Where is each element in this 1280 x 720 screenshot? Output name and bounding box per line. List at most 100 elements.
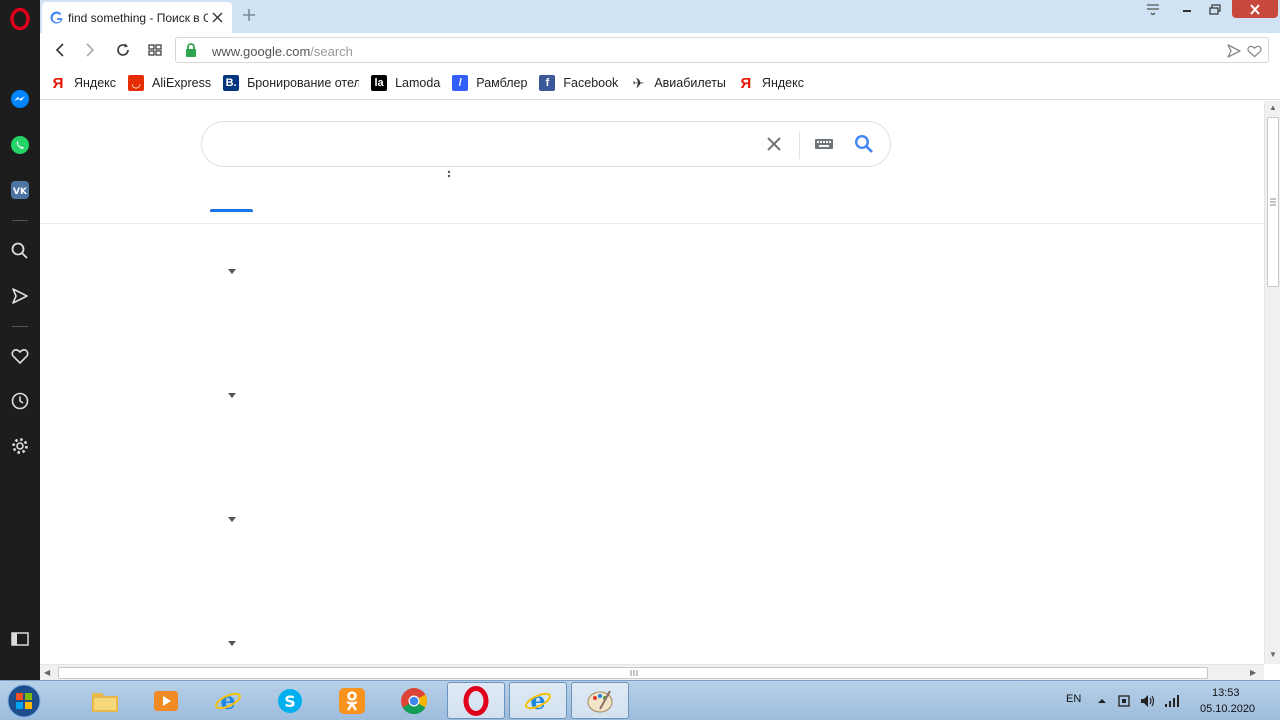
chevron-down-icon[interactable]	[228, 269, 236, 274]
clock-date[interactable]: 05.10.2020	[1200, 703, 1255, 715]
heart-icon[interactable]	[8, 344, 32, 368]
bookmark-item[interactable]: Я Яндекс	[738, 74, 804, 92]
speed-dial-grid-icon[interactable]	[144, 39, 166, 61]
chevron-down-icon[interactable]	[228, 517, 236, 522]
more-options-icon[interactable]	[447, 169, 451, 183]
url-text[interactable]: www.google.com/search	[212, 44, 353, 59]
secure-lock-icon[interactable]	[185, 43, 197, 60]
svg-text:e: e	[530, 687, 545, 715]
bookmark-label: Facebook	[563, 76, 619, 90]
show-hidden-icons-icon[interactable]	[1094, 693, 1110, 709]
bookmark-label: Яндекс	[74, 76, 117, 90]
google-search-box[interactable]	[201, 121, 891, 167]
skype-icon[interactable]: S	[261, 682, 319, 719]
whatsapp-icon[interactable]	[8, 133, 32, 157]
lamoda-icon: la	[371, 75, 388, 91]
minimize-icon[interactable]	[1174, 0, 1200, 18]
restore-icon[interactable]	[1202, 0, 1228, 18]
google-favicon-icon	[50, 11, 64, 25]
svg-text:VK: VK	[13, 187, 28, 197]
explorer-folder-icon[interactable]	[76, 682, 134, 719]
bookmark-item[interactable]: f Facebook	[539, 75, 618, 91]
address-bar[interactable]: www.google.com/search	[175, 37, 1269, 63]
address-toolbar: www.google.com/search	[40, 33, 1280, 67]
tab-close-icon[interactable]	[212, 10, 223, 26]
bookmark-item[interactable]: / Рамблер	[452, 75, 527, 91]
tab-title: find something - Поиск в Google	[68, 10, 208, 25]
svg-text:e: e	[220, 687, 235, 715]
bookmark-item[interactable]: ◡ AliExpress	[128, 75, 211, 91]
send-to-flow-icon[interactable]	[1225, 42, 1243, 60]
search-box-divider	[799, 131, 800, 159]
media-player-icon[interactable]	[137, 682, 195, 719]
forward-icon[interactable]	[79, 39, 101, 61]
tab-menu-icon[interactable]	[1142, 0, 1164, 18]
bookmark-label: Авиабилеты	[654, 76, 726, 90]
bookmark-label: Рамблер	[476, 76, 528, 90]
chevron-down-icon[interactable]	[228, 641, 236, 646]
scroll-right-icon[interactable]: ▶	[1250, 668, 1256, 677]
opera-menu-icon[interactable]	[8, 7, 32, 31]
active-tab-indicator	[210, 209, 253, 212]
horizontal-scrollbar[interactable]: ◀ ▶	[40, 664, 1264, 680]
scroll-left-icon[interactable]: ◀	[44, 668, 50, 677]
sidebar-toggle-icon[interactable]	[8, 627, 32, 651]
yandex-icon: Я	[52, 74, 64, 92]
flow-send-icon[interactable]	[8, 284, 32, 308]
bookmark-item[interactable]: Я Яндекс	[50, 74, 117, 92]
chrome-icon[interactable]	[385, 682, 443, 719]
action-center-flag-icon[interactable]	[1116, 693, 1132, 709]
reload-icon[interactable]	[112, 39, 134, 61]
odnoklassniki-icon[interactable]	[323, 682, 381, 719]
network-signal-icon[interactable]	[1164, 693, 1180, 709]
input-language[interactable]: EN	[1066, 693, 1081, 705]
paint-icon[interactable]	[571, 682, 629, 719]
internet-explorer-icon[interactable]: e	[199, 682, 257, 719]
rambler-icon: /	[452, 75, 469, 91]
bookmark-item[interactable]: B. Бронирование отелей	[223, 75, 359, 91]
facebook-icon: f	[539, 75, 556, 91]
bookmark-item[interactable]: la Lamoda	[371, 75, 440, 91]
url-host: www.google.com	[212, 44, 311, 59]
settings-gear-icon[interactable]	[8, 434, 32, 458]
opera-taskbar-icon[interactable]	[447, 682, 505, 719]
tab-google-search[interactable]: find something - Поиск в Google	[42, 2, 232, 33]
page-content	[40, 101, 1264, 664]
opera-sidebar: VK	[0, 0, 40, 682]
clear-search-icon[interactable]	[765, 135, 783, 156]
scroll-down-icon[interactable]: ▼	[1269, 650, 1277, 659]
search-icon[interactable]	[8, 239, 32, 263]
close-window-icon[interactable]	[1232, 0, 1278, 18]
search-submit-icon[interactable]	[854, 134, 874, 157]
keyboard-icon[interactable]	[814, 137, 834, 154]
clock-time[interactable]: 13:53	[1212, 687, 1240, 699]
svg-text:S: S	[284, 692, 296, 711]
sidebar-divider	[12, 220, 28, 221]
new-tab-plus-icon[interactable]	[240, 7, 258, 25]
booking-icon: B.	[223, 75, 240, 91]
bookmark-label: AliExpress	[152, 76, 212, 90]
back-icon[interactable]	[49, 39, 71, 61]
chevron-down-icon[interactable]	[228, 393, 236, 398]
history-clock-icon[interactable]	[8, 389, 32, 413]
messenger-icon[interactable]	[8, 87, 32, 111]
vertical-scrollbar[interactable]: ▲ ▼	[1264, 101, 1280, 664]
sidebar-divider	[12, 326, 28, 327]
windows-start-button[interactable]	[2, 682, 46, 720]
url-path: /search	[310, 44, 353, 59]
yandex-icon: Я	[740, 74, 752, 92]
windows-taskbar: e S e EN 13:53 05.10.2020	[0, 680, 1280, 720]
bookmark-label: Яндекс	[761, 76, 804, 90]
aliexpress-icon: ◡	[128, 75, 145, 91]
bookmark-heart-icon[interactable]	[1245, 42, 1263, 60]
bookmark-label: Бронирование отелей	[247, 76, 360, 90]
bookmark-item[interactable]: ✈ Авиабилеты	[630, 74, 726, 91]
scroll-up-icon[interactable]: ▲	[1269, 103, 1277, 112]
results-divider	[40, 223, 1264, 224]
internet-explorer-icon[interactable]: e	[509, 682, 567, 719]
volume-icon[interactable]	[1140, 693, 1156, 709]
vertical-scroll-thumb[interactable]	[1267, 117, 1279, 287]
plane-icon: ✈	[632, 74, 645, 91]
vk-icon[interactable]: VK	[8, 178, 32, 202]
horizontal-scroll-thumb[interactable]	[58, 667, 1208, 679]
